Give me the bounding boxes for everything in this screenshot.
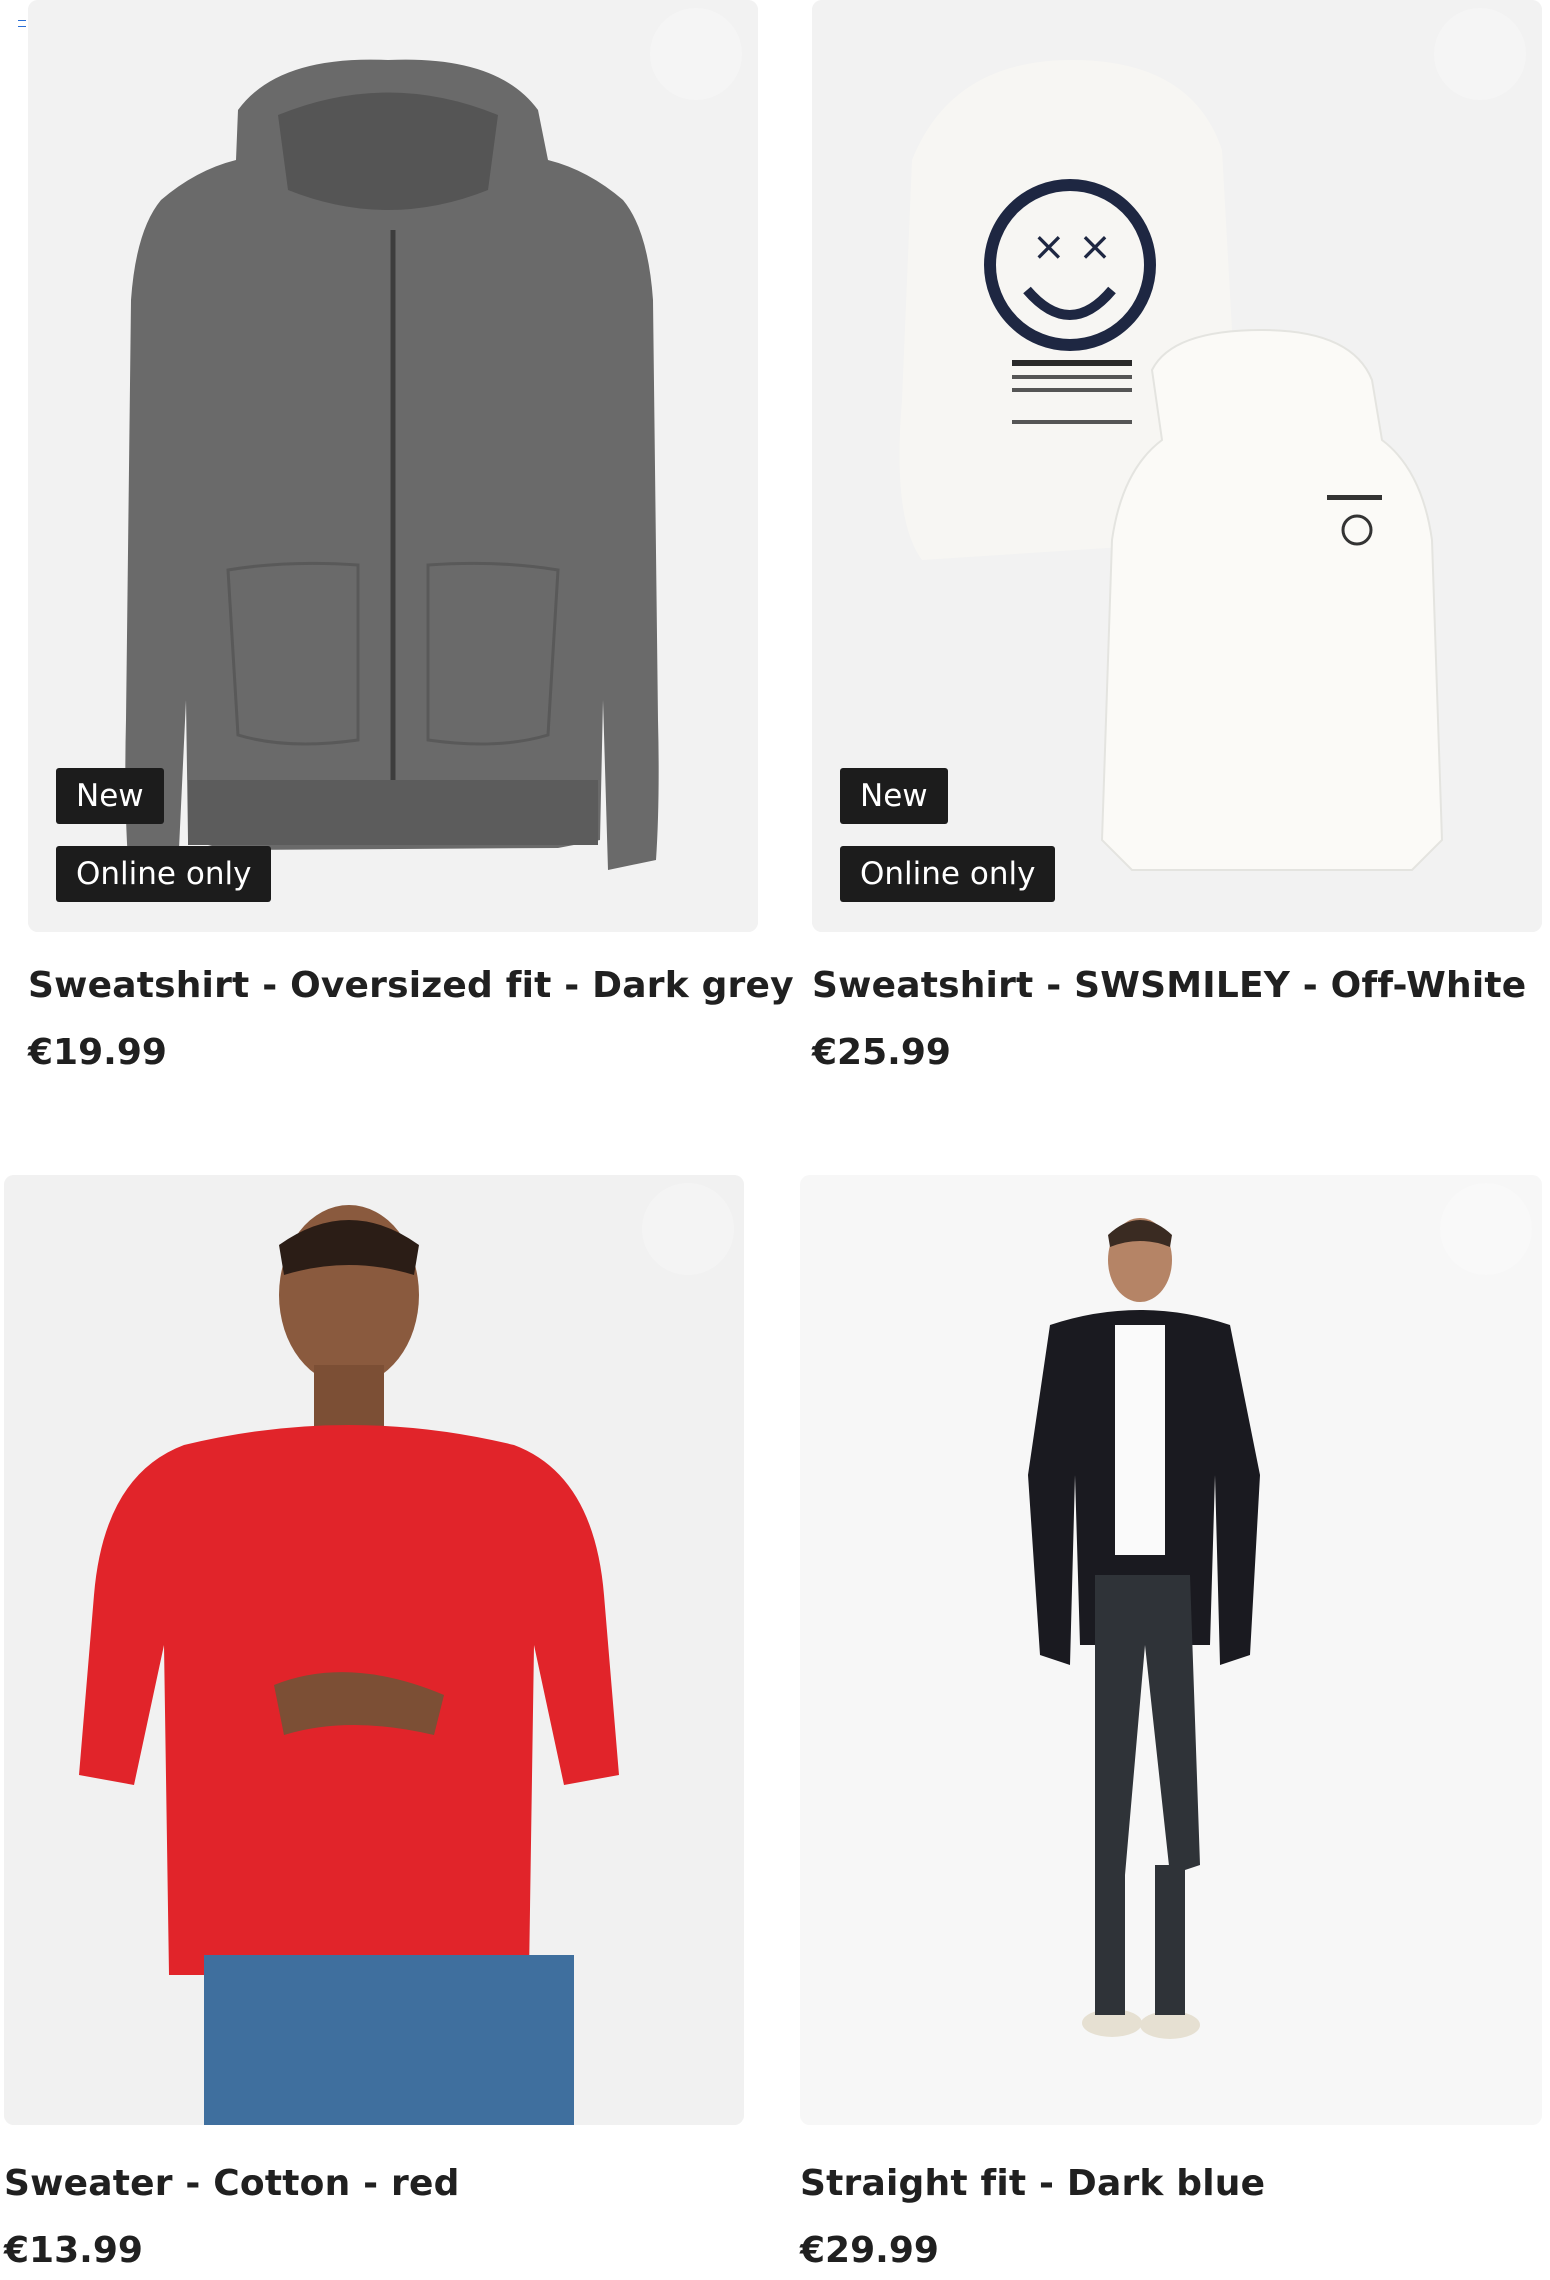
- product-price: €13.99: [4, 2230, 143, 2271]
- wishlist-heart-icon[interactable]: [1434, 8, 1526, 100]
- product-title[interactable]: Sweater - Cotton - red: [4, 2163, 460, 2204]
- product-card-white-hoodie[interactable]: × × New Online only Sweatshirt - SWSMILE…: [812, 0, 1542, 1100]
- product-title[interactable]: Straight fit - Dark blue: [800, 2163, 1265, 2204]
- wishlist-heart-icon[interactable]: [1440, 1183, 1532, 1275]
- product-card-grey-hoodie[interactable]: New Online only Sweatshirt - Oversized f…: [28, 0, 794, 1100]
- badge-new: New: [840, 768, 948, 824]
- jeans-image: [800, 1175, 1542, 2125]
- badge-new: New: [56, 768, 164, 824]
- menu-icon[interactable]: [18, 20, 26, 27]
- product-card-red-sweater[interactable]: Sweater - Cotton - red €13.99: [4, 1175, 744, 2280]
- badge-online-only: Online only: [840, 846, 1056, 902]
- wishlist-heart-icon[interactable]: [650, 8, 742, 100]
- product-title[interactable]: Sweatshirt - SWSMILEY - Off-White: [812, 965, 1526, 1006]
- svg-text:× ×: × ×: [1032, 224, 1112, 270]
- product-card-jeans[interactable]: Straight fit - Dark blue €29.99: [800, 1175, 1542, 2280]
- product-price: €25.99: [812, 1032, 951, 1073]
- wishlist-heart-icon[interactable]: [642, 1183, 734, 1275]
- product-image[interactable]: [4, 1175, 744, 2125]
- product-price: €29.99: [800, 2230, 939, 2271]
- badge-online-only: Online only: [56, 846, 272, 902]
- red-sweater-image: [4, 1175, 744, 2125]
- product-price: €19.99: [28, 1032, 167, 1073]
- product-image[interactable]: [800, 1175, 1542, 2125]
- product-title[interactable]: Sweatshirt - Oversized fit - Dark grey: [28, 965, 794, 1006]
